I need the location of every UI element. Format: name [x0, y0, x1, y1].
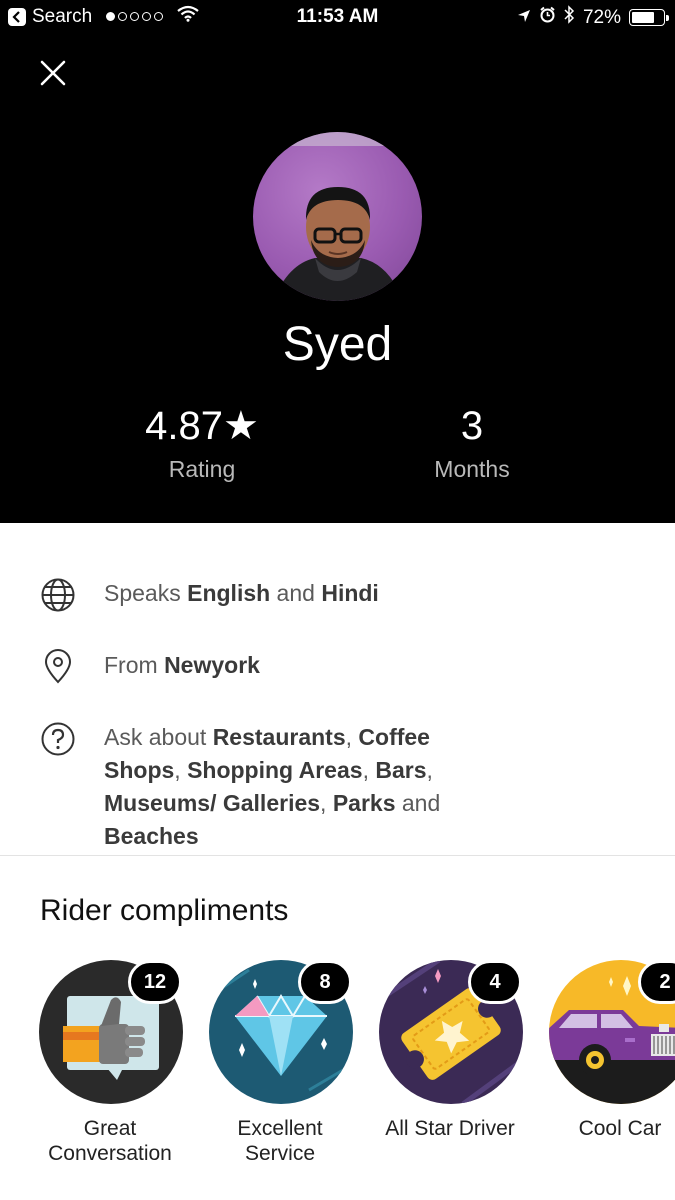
compliment-label: All Star Driver [365, 1116, 535, 1141]
languages-row: Speaks English and Hindi [40, 577, 640, 613]
ask-about-text: Ask about Restaurants, Coffee Shops, Sho… [104, 721, 480, 853]
location-prefix: From [104, 652, 165, 678]
sep-6: and [395, 790, 441, 816]
rider-compliments-section: Rider compliments 12 Great Conversation … [0, 856, 675, 1200]
status-bar: Search 11:53 AM 72% [0, 0, 675, 34]
label-line-2: Conversation [48, 1142, 172, 1165]
label-line-1: All Star Driver [385, 1117, 515, 1140]
months-label: Months [434, 456, 510, 482]
question-mark-icon [41, 722, 75, 756]
languages-text: Speaks English and Hindi [104, 577, 379, 613]
location-city: Newyork [164, 652, 260, 678]
compliment-count-badge: 8 [298, 960, 352, 1004]
label-line-2: Service [244, 1142, 316, 1165]
compliment-label: Cool Car [535, 1116, 675, 1141]
status-indicators: 72% [517, 5, 669, 30]
label-line-1: Excellent [237, 1117, 323, 1140]
languages-prefix: Speaks [104, 580, 188, 606]
rating-number: 4.87 [145, 404, 223, 448]
compliment-count-badge: 4 [468, 960, 522, 1004]
language-1: English [187, 580, 271, 606]
driver-avatar [253, 132, 422, 301]
driver-profile-screen: Search 11:53 AM 72% Syed 4.87★ Rating 3 … [0, 0, 675, 1200]
label-line-1: Great [83, 1117, 137, 1140]
sep-5: , [320, 790, 333, 816]
profile-header: Syed 4.87★ Rating 3 Months [0, 34, 675, 523]
battery-percent: 72% [582, 6, 621, 28]
compliment-label: Excellent Service [195, 1116, 365, 1166]
location-arrow-icon [517, 7, 531, 29]
close-button[interactable] [38, 58, 68, 88]
close-icon [40, 60, 66, 86]
ask-about-row: Ask about Restaurants, Coffee Shops, Sho… [40, 721, 480, 853]
topic-7: Beaches [104, 823, 199, 849]
location-text: From Newyork [104, 649, 260, 685]
driver-name: Syed [282, 318, 393, 371]
rating-value: 4.87★ [72, 402, 332, 450]
language-2: Hindi [321, 580, 379, 606]
battery-icon [629, 9, 669, 26]
rating-label: Rating [168, 456, 236, 482]
star-icon: ★ [223, 404, 259, 448]
topic-5: Museums/ Galleries [104, 790, 321, 816]
bluetooth-icon [564, 5, 575, 30]
ask-prefix: Ask about [104, 724, 213, 750]
months-stat: 3 Months [342, 402, 602, 483]
sep-3: , [362, 757, 376, 783]
sep-4: , [426, 757, 433, 783]
driver-info-list: Speaks English and Hindi From Newyork As… [0, 523, 675, 856]
sep-1: , [345, 724, 359, 750]
months-value: 3 [460, 404, 484, 448]
compliments-title: Rider compliments [40, 894, 289, 927]
topic-1: Restaurants [212, 724, 346, 750]
compliment-count-badge: 12 [128, 960, 182, 1004]
location-pin-icon [44, 649, 72, 684]
compliment-label: Great Conversation [25, 1116, 195, 1166]
topic-3: Shopping Areas [187, 757, 363, 783]
compliment-count-badge: 2 [638, 960, 675, 1004]
label-line-1: Cool Car [578, 1117, 662, 1140]
location-row: From Newyork [40, 649, 640, 685]
rating-stat: 4.87★ Rating [72, 402, 332, 483]
topic-4: Bars [375, 757, 427, 783]
sep-2: , [174, 757, 188, 783]
alarm-icon [539, 6, 556, 29]
globe-icon [41, 578, 75, 612]
languages-joiner: and [270, 580, 322, 606]
topic-6: Parks [332, 790, 396, 816]
